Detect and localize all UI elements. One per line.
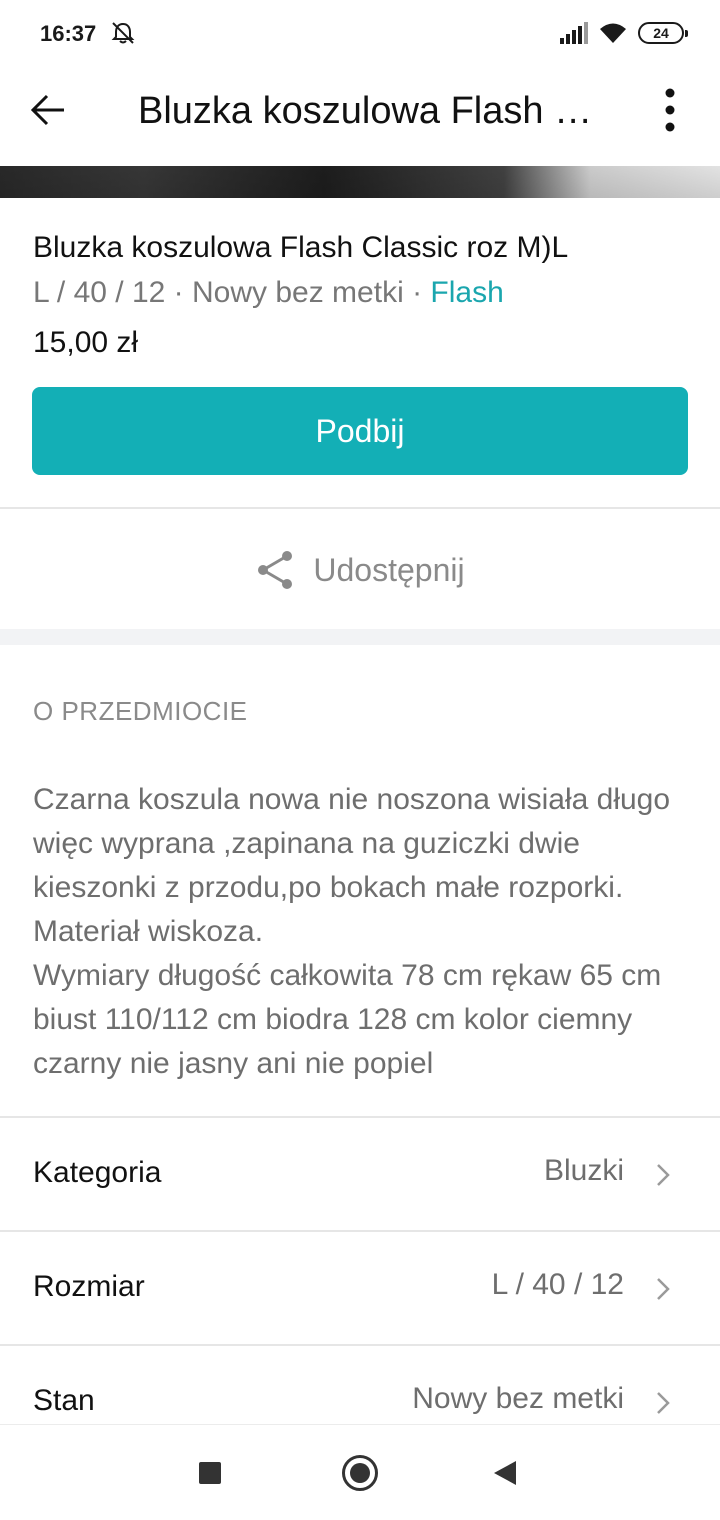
item-description: Czarna koszula nowa nie noszona wisiała …: [33, 783, 671, 1080]
signal-icon: [560, 22, 588, 44]
back-triangle-icon[interactable]: [494, 1461, 516, 1485]
status-bar: 16:37 24: [0, 0, 720, 60]
arrow-left-icon: [30, 94, 64, 126]
item-summary: Bluzka koszulowa Flash Classic roz M)L L…: [0, 198, 720, 508]
share-icon: [258, 551, 293, 589]
system-nav-bar: [0, 1424, 720, 1520]
status-time: 16:37: [40, 21, 97, 46]
item-brand-link[interactable]: Flash: [430, 276, 503, 309]
alarm-off-icon: [111, 22, 135, 44]
item-meta: L / 40 / 12 · Nowy bez metki · Flash: [33, 276, 504, 310]
back-button[interactable]: [24, 86, 72, 134]
attribute-row-size[interactable]: Rozmiar L / 40 / 12: [0, 1232, 720, 1344]
chevron-right-icon: [657, 1392, 670, 1414]
attribute-value: Bluzki: [543, 1154, 624, 1187]
attribute-row-category[interactable]: Kategoria Bluzki: [0, 1118, 720, 1230]
home-icon[interactable]: [342, 1455, 378, 1491]
attribute-value: Nowy bez metki: [412, 1382, 624, 1415]
meta-separator: ·: [403, 276, 431, 309]
attribute-label: Rozmiar: [33, 1270, 145, 1303]
item-price: 15,00 zł: [33, 326, 139, 359]
about-heading: O PRZEDMIOCIE: [33, 696, 248, 726]
bump-button[interactable]: Podbij: [32, 387, 688, 475]
app-header: Bluzka koszulowa Flash Classic roz M)L: [0, 56, 720, 166]
battery-level: 24: [653, 25, 669, 41]
divider: [0, 507, 720, 509]
more-vertical-icon: [665, 88, 675, 132]
bump-button-label: Podbij: [315, 412, 405, 449]
attribute-label: Kategoria: [33, 1156, 162, 1189]
item-condition: Nowy bez metki: [192, 276, 404, 309]
chevron-right-icon: [657, 1164, 670, 1186]
chevron-right-icon: [657, 1278, 670, 1300]
wifi-icon: [600, 23, 626, 43]
meta-separator: ·: [165, 276, 192, 309]
more-options-button[interactable]: [646, 86, 694, 134]
attribute-label: Stan: [33, 1384, 95, 1417]
recent-apps-icon[interactable]: [199, 1462, 221, 1484]
attribute-value: L / 40 / 12: [491, 1268, 624, 1301]
header-title: Bluzka koszulowa Flash Classic roz M)L: [138, 90, 598, 132]
share-button[interactable]: Udostępnij: [0, 510, 720, 630]
item-size: L / 40 / 12: [33, 276, 166, 309]
status-icons: 24: [558, 20, 688, 46]
battery-icon: 24: [638, 22, 688, 44]
item-title: Bluzka koszulowa Flash Classic roz M)L: [33, 231, 569, 264]
share-label: Udostępnij: [313, 551, 465, 588]
section-separator: [0, 629, 720, 645]
